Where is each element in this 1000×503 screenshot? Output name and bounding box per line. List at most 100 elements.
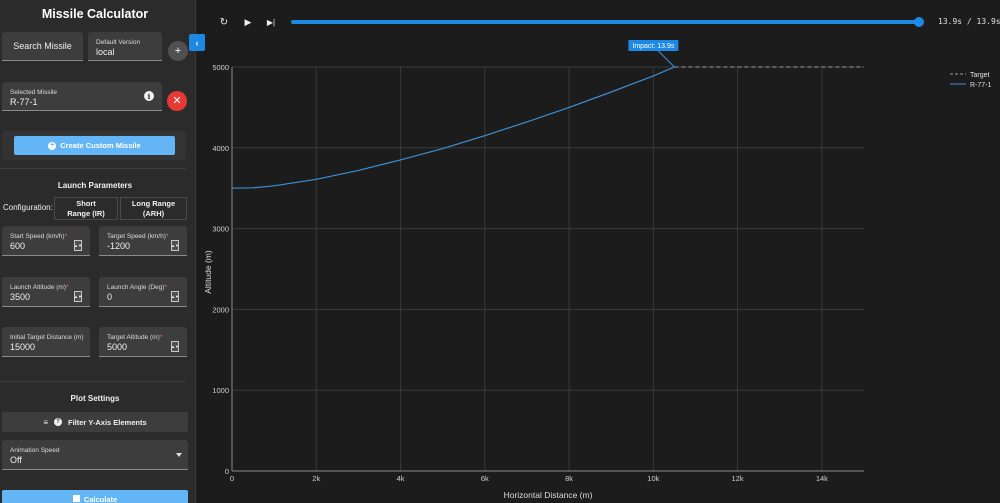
stepper-icon[interactable]: ▲▼: [74, 240, 82, 251]
animation-speed-value: Off: [10, 455, 22, 465]
configuration-label: Configuration:: [3, 203, 53, 212]
x-tick-label: 8k: [565, 474, 573, 483]
legend-label: R-77-1: [970, 82, 992, 89]
add-missile-button[interactable]: +: [168, 41, 188, 61]
play-button[interactable]: ▶: [241, 15, 255, 29]
initial-target-distance-field[interactable]: Initial Target Distance (m) 15000: [2, 327, 90, 357]
filter-y-axis-button[interactable]: ≡ ? Filter Y-Axis Elements: [2, 412, 188, 432]
target-altitude-value: 5000: [107, 342, 128, 352]
target-speed-field[interactable]: Target Speed (km/h)* -1200 ▲▼: [99, 226, 187, 256]
divider: [0, 168, 186, 169]
add-circle-icon: +: [48, 141, 57, 150]
x-axis-label: Horizontal Distance (m): [504, 490, 593, 500]
launch-angle-field[interactable]: Launch Angle (Deg)* 0 ▲▼: [99, 277, 187, 307]
start-speed-label: Start Speed (km/h): [10, 233, 65, 240]
chart-axes: 0 2k 4k 6k 8k 10k 12k 14k 0 1000 2000 3000 4000 5000: [212, 63, 864, 483]
selected-missile-value: R-77-1: [10, 97, 38, 107]
timeline-slider[interactable]: [291, 20, 919, 24]
stepper-icon[interactable]: ▲▼: [171, 341, 179, 352]
selected-missile-label: Selected Missile: [10, 89, 57, 96]
x-tick-label: 10k: [647, 474, 659, 483]
x-tick-label: 0: [230, 474, 234, 483]
calculate-button[interactable]: Calculate: [2, 490, 188, 503]
target-altitude-label: Target Altitude (m): [107, 334, 160, 341]
skip-end-icon: ▶|: [266, 17, 276, 27]
launch-altitude-label: Launch Altitude (m): [10, 284, 67, 291]
chart-legend[interactable]: Target R-77-1: [950, 72, 992, 89]
x-tick-label: 2k: [312, 474, 320, 483]
launch-angle-value: 0: [107, 292, 113, 302]
calculate-label: Calculate: [83, 495, 118, 503]
config-long-range-toggle[interactable]: Long Range (ARH): [120, 197, 187, 220]
timeline-thumb[interactable]: [914, 17, 924, 27]
plus-icon: +: [174, 44, 182, 57]
filter-icon: ≡: [43, 417, 48, 427]
app-title: Missile Calculator: [41, 7, 149, 21]
create-custom-missile-label: Create Custom Missile: [60, 141, 141, 150]
chart-annotation: Impact: 13.9s: [628, 40, 679, 68]
replay-icon: ↻: [219, 16, 229, 28]
filter-y-axis-label: Filter Y-Axis Elements: [68, 417, 147, 427]
required-marker: *: [66, 284, 69, 291]
legend-label: Target: [970, 72, 990, 79]
initial-target-distance-label: Initial Target Distance (m): [10, 334, 84, 341]
series-line-r-77-1: [231, 66, 675, 189]
annotation-label: Impact: 13.9s: [632, 43, 675, 50]
x-tick-label: 14k: [816, 474, 828, 483]
skip-end-button[interactable]: ▶|: [264, 15, 278, 29]
required-marker: *: [64, 233, 68, 240]
remove-missile-button[interactable]: ✕: [167, 91, 187, 111]
app-window: Missile Calculator Search Missile Defaul…: [0, 0, 1000, 503]
close-icon: ✕: [172, 94, 182, 107]
divider: [0, 381, 186, 382]
y-tick-label: 1000: [212, 386, 229, 395]
animation-speed-select[interactable]: Animation Speed Off: [2, 440, 188, 470]
play-icon: ▶: [244, 16, 252, 27]
required-marker: *: [165, 233, 169, 240]
help-icon: ?: [54, 418, 62, 426]
animation-speed-label: Animation Speed: [10, 447, 60, 454]
plot-settings-title: Plot Settings: [70, 394, 120, 403]
x-tick-label: 4k: [397, 474, 405, 483]
config-short-range-toggle[interactable]: Short Range (IR): [54, 197, 118, 220]
launch-angle-label: Launch Angle (Deg): [107, 284, 165, 291]
create-custom-missile-button[interactable]: + Create Custom Missile: [14, 136, 175, 155]
stepper-icon[interactable]: ▲▼: [171, 291, 179, 302]
default-version-field[interactable]: Default Version local: [88, 32, 162, 61]
calculator-icon: [72, 495, 80, 502]
start-speed-value: 600: [10, 241, 26, 251]
y-tick-label: 3000: [212, 225, 229, 234]
initial-target-distance-value: 15000: [10, 342, 36, 352]
launch-parameters-title: Launch Parameters: [57, 181, 133, 190]
trajectory-chart: 0 2k 4k 6k 8k 10k 12k 14k010002000300040005000 …: [203, 40, 992, 500]
y-tick-label: 5000: [212, 63, 229, 72]
target-speed-label: Target Speed (km/h): [107, 233, 166, 240]
annotation-arrow: [658, 50, 675, 68]
default-version-value: local: [96, 47, 115, 57]
search-missile-button[interactable]: Search Missile: [2, 32, 83, 61]
chart-series: [231, 66, 864, 189]
required-marker: *: [159, 334, 163, 341]
target-altitude-field[interactable]: Target Altitude (m)* 5000 ▲▼: [99, 327, 187, 357]
launch-altitude-field[interactable]: Launch Altitude (m)* 3500 ▲▼: [2, 277, 90, 307]
x-tick-label: 12k: [732, 474, 744, 483]
info-icon[interactable]: i: [144, 91, 154, 101]
target-speed-value: -1200: [107, 241, 131, 251]
stepper-icon[interactable]: ▲▼: [74, 291, 82, 302]
selected-missile-field[interactable]: Selected Missile R-77-1: [2, 82, 162, 111]
launch-altitude-value: 3500: [10, 292, 31, 302]
start-speed-field[interactable]: Start Speed (km/h)* 600 ▲▼: [2, 226, 90, 256]
stepper-icon[interactable]: ▲▼: [171, 240, 179, 251]
y-axis-label: Altitude (m): [203, 250, 213, 294]
required-marker: *: [164, 284, 167, 291]
y-tick-label: 2000: [212, 305, 229, 314]
sidebar: Missile Calculator Search Missile Defaul…: [0, 0, 196, 503]
restart-button[interactable]: ↻: [217, 15, 231, 29]
chevron-down-icon: [176, 453, 182, 457]
time-readout: 13.9s / 13.9s: [938, 17, 1000, 26]
x-tick-label: 6k: [481, 474, 489, 483]
chart-grid: [231, 66, 864, 472]
y-tick-label: 4000: [212, 144, 229, 153]
default-version-label: Default Version: [96, 39, 141, 46]
y-tick-label: 0: [225, 467, 229, 476]
